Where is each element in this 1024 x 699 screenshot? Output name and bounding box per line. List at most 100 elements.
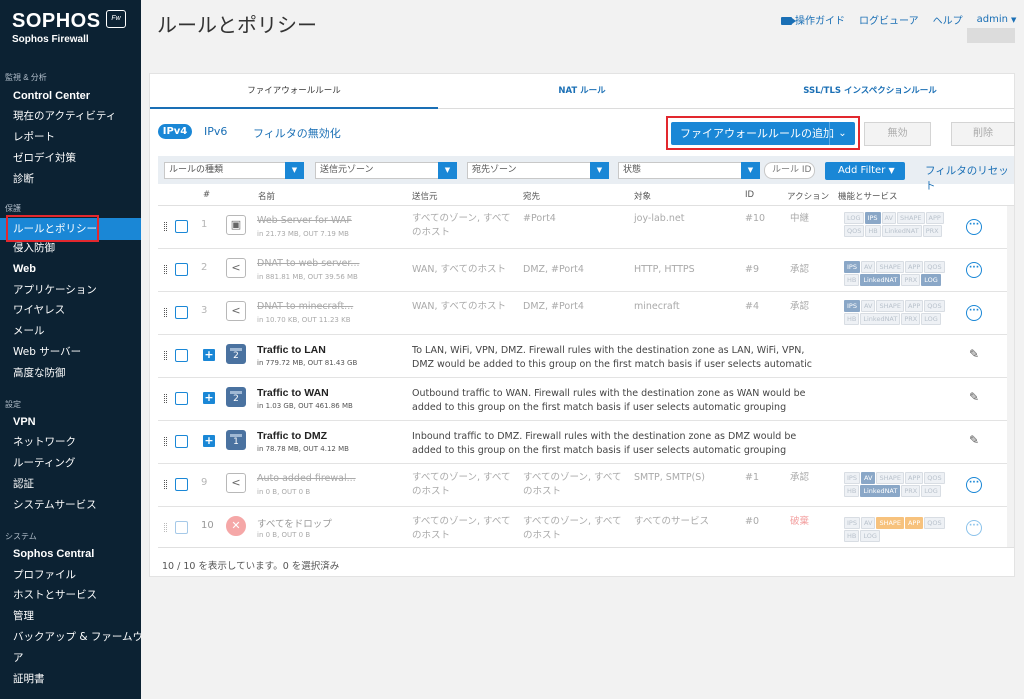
row-checkbox[interactable] (175, 306, 188, 319)
more-options-icon[interactable]: ··· (966, 520, 982, 536)
sidebar-item-zero-day[interactable]: ゼロデイ対策 (0, 148, 141, 168)
row-checkbox[interactable] (175, 263, 188, 276)
more-options-icon[interactable]: ··· (966, 262, 982, 278)
sidebar-item-sophos-central[interactable]: Sophos Central (0, 544, 141, 564)
col-source[interactable]: 送信元 (412, 190, 438, 202)
group-name-link[interactable]: Traffic to DMZ (257, 430, 327, 442)
sidebar-item-wireless[interactable]: ワイヤレス (0, 300, 141, 320)
disable-button[interactable]: 無効 (864, 122, 931, 146)
table-row[interactable]: + 2 Traffic to LAN in 779.72 MB, OUT 81.… (158, 335, 1014, 378)
table-row[interactable]: + 1 Traffic to DMZ in 78.78 MB, OUT 4.12… (158, 421, 1014, 464)
rule-name-link[interactable]: DNAT to web server... (257, 258, 360, 269)
sidebar-section-configure: 設定 (5, 400, 21, 409)
table-row[interactable]: 10 ✕ すべてをドロップ in 0 B, OUT 0 B すべてのゾーン, す… (158, 507, 1014, 547)
table-row[interactable]: + 2 Traffic to WAN in 1.03 GB, OUT 461.8… (158, 378, 1014, 421)
sidebar-item-administration[interactable]: 管理 (0, 606, 141, 626)
row-checkbox[interactable] (175, 521, 188, 534)
sidebar-item-web-server[interactable]: Web サーバー (0, 342, 141, 362)
rule-type-select[interactable]: ルールの種類 ▼ (164, 162, 304, 179)
sidebar-item-control-center[interactable]: Control Center (0, 86, 141, 106)
chevron-down-icon[interactable]: ⌄ (829, 122, 855, 145)
rule-name-link[interactable]: Web Server for WAF (257, 215, 352, 226)
guide-link[interactable]: 操作ガイド (781, 12, 845, 27)
drag-handle-icon[interactable] (164, 480, 167, 489)
group-name-link[interactable]: Traffic to WAN (257, 387, 329, 399)
sidebar-item-hosts-services[interactable]: ホストとサービス (0, 585, 141, 605)
group-name-link[interactable]: Traffic to LAN (257, 344, 326, 356)
admin-menu[interactable]: admin ▼ (977, 14, 1017, 25)
brand-logo[interactable]: SOPHOS Sophos Firewall (12, 10, 101, 45)
rule-id-input[interactable]: ルール ID (764, 162, 815, 179)
sidebar-item-system-services[interactable]: システムサービス (0, 495, 141, 515)
add-filter-button[interactable]: Add Filter ▼ (825, 162, 905, 180)
pencil-icon[interactable]: ✎ (969, 390, 979, 404)
col-dest[interactable]: 宛先 (523, 190, 540, 202)
delete-button[interactable]: 削除 (951, 122, 1015, 146)
sidebar-item-intrusion-prevention[interactable]: 侵入防御 (0, 238, 141, 258)
ipv4-toggle[interactable]: IPv4 (158, 124, 192, 139)
expand-group-icon[interactable]: + (203, 349, 215, 361)
rule-name-link[interactable]: Auto added firewal... (257, 473, 356, 484)
sidebar-item-rules-policies[interactable]: ルールとポリシー (0, 218, 141, 240)
col-action[interactable]: アクション (787, 190, 829, 202)
col-id[interactable]: ID (745, 190, 754, 200)
table-row[interactable]: 2 < DNAT to web server... in 881.81 MB, … (158, 249, 1014, 292)
drag-handle-icon[interactable] (164, 523, 167, 532)
rule-name-link[interactable]: DNAT to minecraft... (257, 301, 353, 312)
sidebar-item-advanced-protection[interactable]: 高度な防御 (0, 363, 141, 383)
sidebar-item-web[interactable]: Web (0, 259, 141, 279)
sidebar-item-profiles[interactable]: プロファイル (0, 565, 141, 585)
pencil-icon[interactable]: ✎ (969, 433, 979, 447)
drag-handle-icon[interactable] (164, 437, 167, 446)
sidebar-item-backup-firmware-wrap[interactable]: ア (0, 648, 141, 668)
pencil-icon[interactable]: ✎ (969, 347, 979, 361)
disable-filter-link[interactable]: フィルタの無効化 (253, 125, 341, 141)
dest-zone-select[interactable]: 宛先ゾーン ▼ (467, 162, 609, 179)
sidebar-item-diagnostics[interactable]: 診断 (0, 169, 141, 189)
sidebar-item-network[interactable]: ネットワーク (0, 432, 141, 452)
more-options-icon[interactable]: ··· (966, 305, 982, 321)
expand-group-icon[interactable]: + (203, 435, 215, 447)
tab-firewall-rules[interactable]: ファイアウォールルール (150, 74, 438, 109)
tab-nat-rules[interactable]: NAT ルール (438, 74, 726, 109)
sidebar-item-applications[interactable]: アプリケーション (0, 280, 141, 300)
row-checkbox[interactable] (175, 435, 188, 448)
drag-handle-icon[interactable] (164, 351, 167, 360)
sidebar-item-authentication[interactable]: 認証 (0, 474, 141, 494)
rule-target: minecraft (634, 301, 680, 312)
sidebar-item-backup-firmware[interactable]: バックアップ & ファームウェ (0, 627, 141, 647)
row-checkbox[interactable] (175, 220, 188, 233)
drag-handle-icon[interactable] (164, 265, 167, 274)
row-checkbox[interactable] (175, 392, 188, 405)
status-select[interactable]: 状態 ▼ (618, 162, 760, 179)
add-firewall-rule-button[interactable]: ファイアウォールルールの追加 ⌄ (671, 122, 855, 145)
source-zone-select[interactable]: 送信元ゾーン ▼ (315, 162, 457, 179)
ipv6-toggle[interactable]: IPv6 (204, 125, 227, 138)
sidebar-item-certificates[interactable]: 証明書 (0, 669, 141, 689)
sidebar-item-routing[interactable]: ルーティング (0, 453, 141, 473)
more-options-icon[interactable]: ··· (966, 477, 982, 493)
table-row[interactable]: 3 < DNAT to minecraft... in 10.70 KB, OU… (158, 292, 1014, 335)
rule-name-link[interactable]: すべてをドロップ (257, 516, 332, 530)
col-target[interactable]: 対象 (634, 190, 651, 202)
drag-handle-icon[interactable] (164, 222, 167, 231)
tab-ssl-tls-rules[interactable]: SSL/TLS インスペクションルール (726, 74, 1014, 109)
sidebar-item-email[interactable]: メール (0, 321, 141, 341)
expand-group-icon[interactable]: + (203, 392, 215, 404)
scrollbar[interactable] (1007, 206, 1014, 547)
drag-handle-icon[interactable] (164, 394, 167, 403)
sidebar-item-current-activity[interactable]: 現在のアクティビティ (0, 106, 141, 126)
help-link[interactable]: ヘルプ (933, 12, 963, 27)
nat-arrow-icon: < (226, 258, 246, 278)
more-options-icon[interactable]: ··· (966, 219, 982, 235)
row-checkbox[interactable] (175, 349, 188, 362)
table-row[interactable]: 9 < Auto added firewal... in 0 B, OUT 0 … (158, 464, 1014, 507)
drag-handle-icon[interactable] (164, 308, 167, 317)
table-row[interactable]: 1 ▣ Web Server for WAF in 21.73 MB, OUT … (158, 206, 1014, 249)
log-viewer-link[interactable]: ログビューア (859, 12, 919, 27)
sidebar-item-reports[interactable]: レポート (0, 127, 141, 147)
row-checkbox[interactable] (175, 478, 188, 491)
sidebar-item-vpn[interactable]: VPN (0, 412, 141, 432)
rule-id: #10 (745, 213, 766, 224)
col-name[interactable]: 名前 (258, 190, 275, 202)
